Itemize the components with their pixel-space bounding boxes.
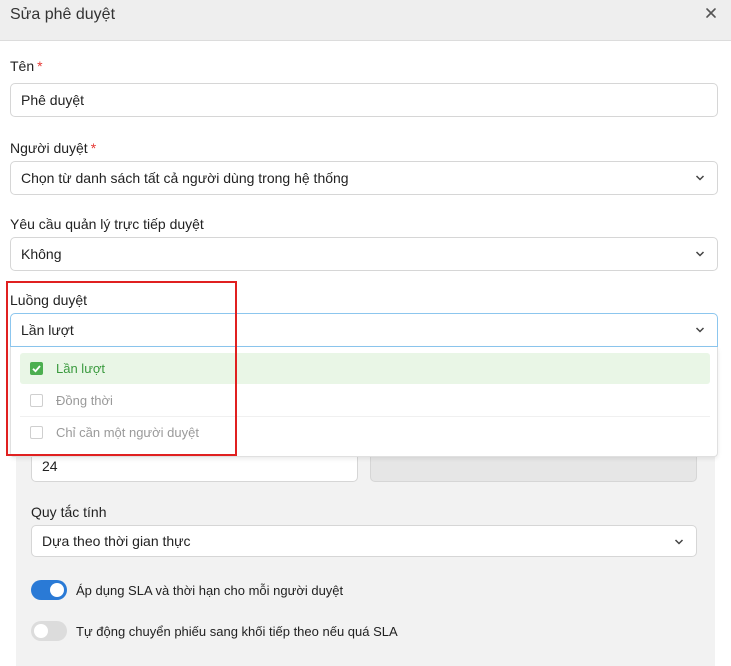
flow-dropdown-menu: Lần lượt Đồng thời Chỉ cần một người duy… (10, 347, 718, 457)
name-label-text: Tên (10, 58, 35, 74)
flow-option-sequential[interactable]: Lần lượt (20, 353, 710, 384)
required-mark: * (90, 140, 97, 156)
flow-select[interactable]: Lần lượt (10, 313, 718, 347)
flow-option-label: Đồng thời (56, 393, 113, 408)
flow-select-value: Lần lượt (21, 322, 74, 338)
close-icon[interactable] (704, 6, 718, 20)
flow-option-any-one[interactable]: Chỉ cần một người duyệt (20, 417, 710, 448)
auto-forward-toggle[interactable] (31, 621, 67, 641)
chevron-down-icon (695, 175, 705, 181)
auto-forward-label: Tự động chuyển phiếu sang khối tiếp theo… (76, 624, 398, 639)
chevron-down-icon (695, 327, 705, 333)
flow-option-parallel[interactable]: Đồng thời (20, 385, 710, 416)
manager-approval-label: Yêu cầu quản lý trực tiếp duyệt (10, 216, 204, 232)
checkbox-checked-icon (30, 362, 43, 375)
per-approver-sla-toggle[interactable] (31, 580, 67, 600)
dialog-header: Sửa phê duyệt (0, 0, 731, 41)
approver-select-value: Chọn từ danh sách tất cả người dùng tron… (21, 170, 349, 186)
chevron-down-icon (674, 539, 684, 545)
approver-select[interactable]: Chọn từ danh sách tất cả người dùng tron… (10, 161, 718, 195)
flow-label: Luồng duyệt (10, 292, 88, 308)
flow-option-label: Chỉ cần một người duyệt (56, 425, 199, 440)
per-approver-sla-label: Áp dụng SLA và thời hạn cho mỗi người du… (76, 583, 344, 598)
sla-duration-value: 24 (42, 458, 58, 474)
rule-label: Quy tắc tính (31, 504, 107, 520)
required-mark: * (37, 58, 43, 74)
dialog-title: Sửa phê duyệt (10, 6, 116, 23)
name-input[interactable]: Phê duyệt (10, 83, 718, 117)
chevron-down-icon (695, 251, 705, 257)
name-input-value: Phê duyệt (21, 92, 85, 108)
checkbox-icon (30, 394, 43, 407)
checkbox-icon (30, 426, 43, 439)
flow-option-label: Lần lượt (56, 361, 106, 376)
toggle-knob (34, 624, 48, 638)
approver-label: Người duyệt * (10, 140, 96, 156)
manager-approval-select[interactable]: Không (10, 237, 718, 271)
manager-approval-value: Không (21, 246, 62, 262)
toggle-knob (50, 583, 64, 597)
approver-label-text: Người duyệt (10, 140, 88, 156)
rule-select[interactable]: Dựa theo thời gian thực (31, 525, 697, 557)
name-label: Tên * (10, 58, 43, 74)
rule-select-value: Dựa theo thời gian thực (42, 533, 191, 549)
